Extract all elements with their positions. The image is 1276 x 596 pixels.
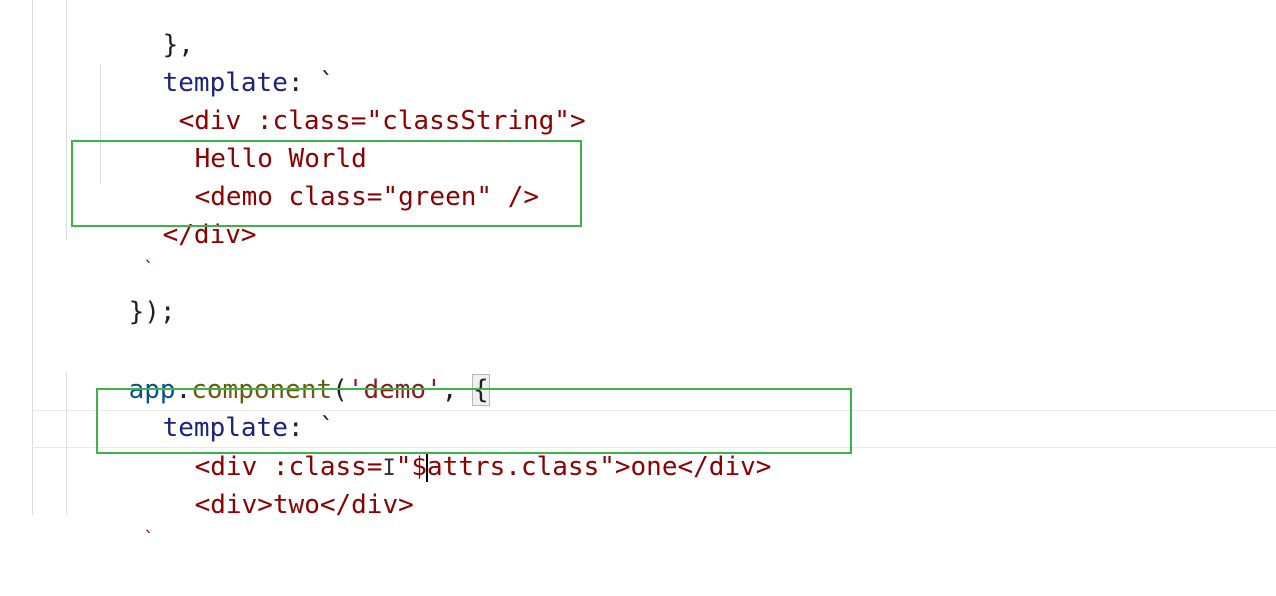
code-line: Hello World: [132, 102, 367, 174]
code-line: `: [100, 482, 154, 549]
code-line: <div :class="classString">: [116, 64, 586, 136]
code-token-template: attrs.class">one</div>: [427, 452, 772, 482]
code-token: });: [128, 297, 176, 327]
highlight-box-attrs-class: [96, 388, 852, 454]
code-token-backtick: `: [143, 528, 155, 549]
code-token-template: <div>two</div>: [194, 490, 414, 520]
code-line: app.component('demo', {: [66, 333, 490, 406]
code-editor[interactable]: }, template: ` <div :class="classString"…: [0, 0, 1276, 549]
highlight-box-demo-usage: [71, 140, 582, 227]
code-line: template: `: [100, 26, 335, 98]
code-line: },: [100, 0, 194, 60]
indent-guide: [66, 0, 67, 240]
code-line: });: [66, 255, 176, 327]
